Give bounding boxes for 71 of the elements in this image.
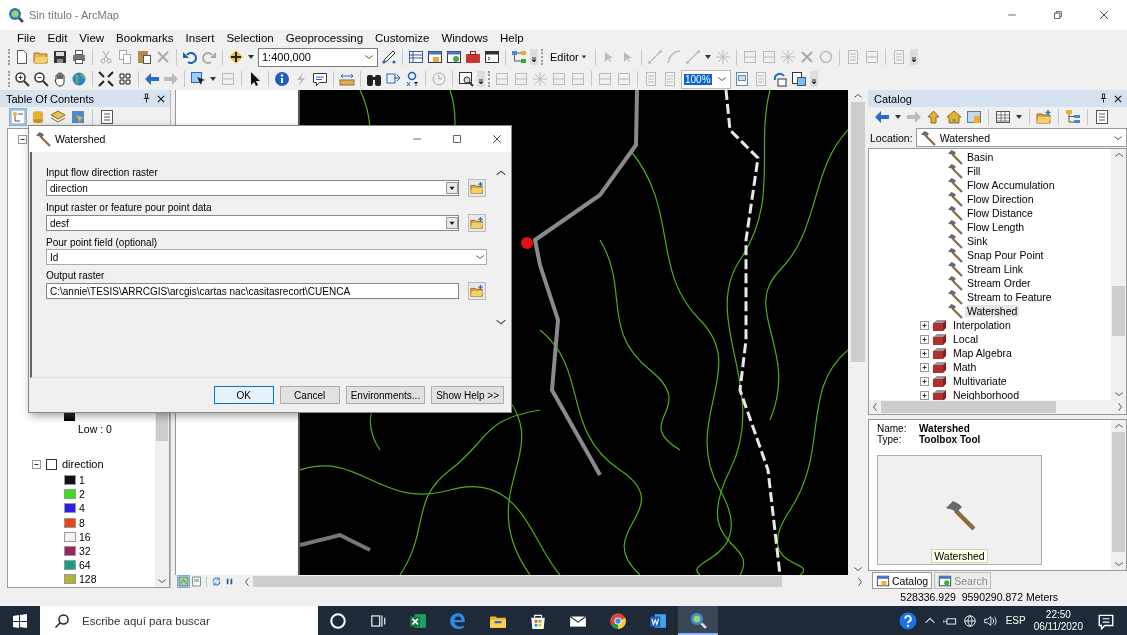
tree-item[interactable]: Multivariate (951, 375, 1009, 387)
panel-title: Catalog (874, 92, 912, 105)
window-title: Sin título - ArcMap (29, 9, 119, 21)
dialog-button[interactable]: Show Help >> (431, 386, 504, 404)
thumbnail-caption: Watershed (931, 549, 988, 563)
legend-label: 64 (79, 559, 91, 572)
detail-label: Type: (877, 434, 903, 445)
detail-value: Toolbox Tool (919, 434, 982, 445)
legend-label: Low : 0 (78, 423, 113, 435)
menu-item[interactable]: Insert (179, 32, 221, 44)
menu-item[interactable]: Bookmarks (110, 32, 180, 44)
tree-item[interactable]: Flow Accumulation (965, 179, 1057, 191)
panel-title: Table Of Contents (6, 92, 95, 105)
clock-time[interactable]: 22:50 (1045, 608, 1071, 621)
tree-item[interactable]: Snap Pour Point (965, 249, 1046, 261)
tree-item[interactable]: Math (951, 361, 979, 373)
detail-value: Watershed (919, 423, 971, 434)
search-bar[interactable]: Escribe aquí para buscar (40, 606, 318, 635)
dialog-button[interactable]: Cancel (279, 386, 340, 404)
zoom-field[interactable]: 100% (684, 73, 712, 85)
menu-item[interactable]: Windows (435, 32, 495, 44)
legend-label: 1 (79, 474, 85, 487)
location-value: Watershed (939, 131, 990, 144)
tree-item[interactable]: Basin (965, 151, 996, 163)
menu-item[interactable]: Selection (220, 32, 280, 44)
tree-item[interactable]: Stream to Feature (965, 291, 1054, 303)
dialog-title: Watershed (55, 133, 106, 145)
tree-item[interactable]: Sink (965, 235, 990, 247)
menu-item[interactable]: Edit (41, 32, 74, 44)
legend-label: 4 (79, 502, 85, 515)
location-field[interactable]: Watershed (915, 128, 1127, 147)
legend-label: 128 (79, 573, 97, 586)
editor-menu[interactable]: Editor (547, 51, 590, 63)
menu-item[interactable]: Help (494, 32, 530, 44)
clock-date[interactable]: 06/11/2020 (1033, 620, 1083, 633)
legend-label: 8 (79, 516, 85, 529)
menu-item[interactable]: View (73, 32, 111, 44)
coordinates-text: 528336.929 9590290.872 Meters (900, 591, 1058, 603)
dropdown-field[interactable]: Id (46, 249, 487, 265)
tree-item[interactable]: Fill (965, 165, 983, 177)
legend-label: 16 (79, 530, 91, 543)
menu-item[interactable]: File (11, 32, 42, 44)
tree-item[interactable]: Stream Link (965, 263, 1026, 275)
dropdown-field[interactable]: desf (46, 215, 459, 231)
tree-item[interactable]: Stream Order (965, 277, 1033, 289)
scale-field[interactable]: 1:400,000 (258, 47, 378, 67)
tree-item[interactable]: Flow Direction (965, 193, 1036, 205)
tree-item[interactable]: Flow Distance (965, 207, 1035, 219)
field-label: Output raster (46, 269, 106, 282)
field-label: Input flow direction raster (46, 166, 159, 179)
tree-item[interactable]: Flow Length (965, 221, 1027, 233)
legend-label: 32 (79, 545, 91, 558)
menu-item[interactable]: Customize (369, 32, 436, 44)
search-field[interactable]: Escribe aquí para buscar (80, 613, 300, 628)
language-indicator[interactable]: ESP (1005, 615, 1026, 626)
detail-label: Name: (877, 423, 908, 434)
tree-item[interactable]: Local (951, 333, 981, 345)
legend-label: 2 (79, 488, 85, 501)
layer-name[interactable]: direction (62, 458, 104, 470)
tree-item[interactable]: Watershed (965, 305, 1020, 317)
field-label: Pour point field (optional) (46, 236, 159, 249)
input-field[interactable]: C:\annie\TESIS\ARRCGIS\arcgis\cartas nac\casitasrecort\CUENCA (46, 283, 459, 299)
menu-item[interactable]: Geoprocessing (279, 32, 370, 44)
dialog-button[interactable]: OK (213, 386, 274, 404)
field-label: Input raster or feature pour point data (46, 201, 213, 214)
dropdown-field[interactable]: direction (46, 180, 459, 196)
tree-item[interactable]: Map Algebra (951, 347, 1014, 359)
dialog-button[interactable]: Environments... (345, 386, 426, 404)
panel-tab[interactable]: Catalog (872, 572, 933, 589)
tree-item[interactable]: Interpolation (951, 319, 1013, 331)
location-label: Location: (870, 131, 913, 144)
